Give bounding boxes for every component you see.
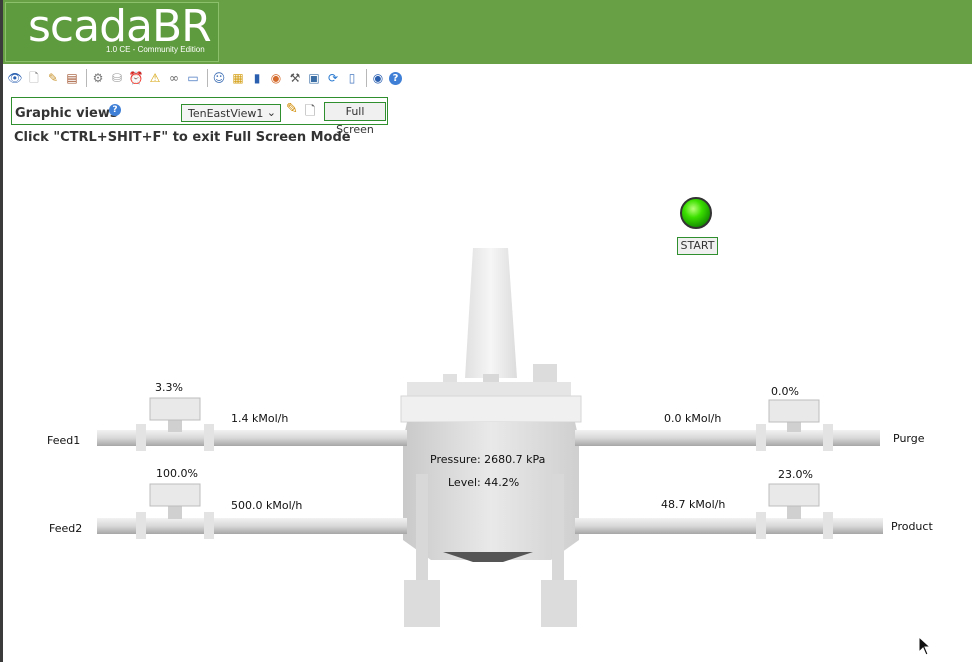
alarm-icon[interactable]: ⚠ [147, 70, 163, 86]
report-icon[interactable]: ▤ [64, 70, 80, 86]
toolbar-divider [86, 69, 87, 87]
edit-view-icon[interactable]: ✎ [286, 101, 298, 117]
start-button[interactable]: START [677, 237, 718, 255]
link-icon[interactable]: ∞ [166, 70, 182, 86]
tank-level-value: Level: 44.2% [448, 476, 520, 489]
fullscreen-button[interactable]: Full Screen [324, 102, 386, 136]
folder-icon[interactable]: ▦ [230, 70, 246, 86]
logo-subtitle: 1.0 CE - Community Edition [106, 45, 205, 54]
graphic-views-panel: Graphic views ? TenEastView1 ⌄ ✎ 🗋 Full … [11, 97, 388, 136]
book-icon[interactable]: ▮ [249, 70, 265, 86]
settings-gear-icon[interactable]: ⚙ [90, 70, 106, 86]
sync-icon[interactable]: ⟳ [325, 70, 341, 86]
product-label: Product [891, 520, 933, 533]
feed2-label: Feed2 [49, 522, 83, 535]
tank-pressure-value: Pressure: 2680.7 kPa [430, 453, 546, 466]
purge-label: Purge [893, 432, 925, 445]
product-valve-value: 23.0% [778, 468, 813, 481]
view-select[interactable]: TenEastView1 ⌄ [181, 104, 281, 122]
purge-flow-value: 0.0 kMol/h [664, 412, 722, 425]
product-flow-value: 48.7 kMol/h [661, 498, 726, 511]
new-page-icon[interactable]: 🗋 [26, 70, 42, 86]
document-icon[interactable]: ▯ [344, 70, 360, 86]
new-view-icon[interactable]: 🗋 [305, 102, 315, 124]
reactor-stack [443, 248, 557, 382]
watch-list-icon[interactable]: 👁 [7, 70, 23, 86]
help-icon[interactable]: ? [389, 71, 402, 85]
feed1-flow-value: 1.4 kMol/h [231, 412, 289, 425]
feed2-valve-value: 100.0% [156, 467, 198, 480]
chevron-down-icon: ⌄ [266, 106, 276, 119]
product-pipe [575, 483, 883, 539]
radio-icon[interactable]: ◉ [268, 70, 284, 86]
reactor-legs [404, 474, 577, 627]
purge-valve-value: 0.0% [771, 385, 799, 398]
reactor-tank [400, 382, 582, 562]
tools-icon[interactable]: ⚒ [287, 70, 303, 86]
feed1-valve-value: 3.3% [155, 381, 183, 394]
fullscreen-hint: Click "CTRL+SHIT+F" to exit Full Screen … [14, 130, 351, 145]
import-export-icon[interactable]: ▣ [306, 70, 322, 86]
view-select-value: TenEastView1 [188, 107, 264, 120]
feed2-flow-value: 500.0 kMol/h [231, 499, 303, 512]
start-status-led [680, 197, 712, 229]
scadabr-logo[interactable]: scadaBR 1.0 CE - Community Edition [5, 1, 219, 62]
app-header: scadaBR 1.0 CE - Community Edition [3, 0, 972, 64]
database-icon[interactable]: ⛁ [109, 70, 125, 86]
stop-icon[interactable]: ◉ [370, 70, 386, 86]
users-icon[interactable]: ☺ [211, 70, 227, 86]
toolbar-divider [366, 69, 367, 87]
purge-pipe [575, 399, 880, 451]
script-icon[interactable]: ▭ [185, 70, 201, 86]
help-icon[interactable]: ? [109, 104, 121, 116]
mouse-cursor-icon [918, 636, 932, 656]
feed1-label: Feed1 [47, 434, 81, 447]
edit-page-icon[interactable]: ✎ [45, 70, 61, 86]
clock-icon[interactable]: ⏰ [128, 70, 144, 86]
graphic-views-title: Graphic views [15, 106, 118, 121]
toolbar-divider [207, 69, 208, 87]
main-toolbar: 👁 🗋 ✎ ▤ ⚙ ⛁ ⏰ ⚠ ∞ ▭ ☺ ▦ ▮ ◉ ⚒ ▣ ⟳ ▯ ◉ ? [3, 66, 972, 90]
